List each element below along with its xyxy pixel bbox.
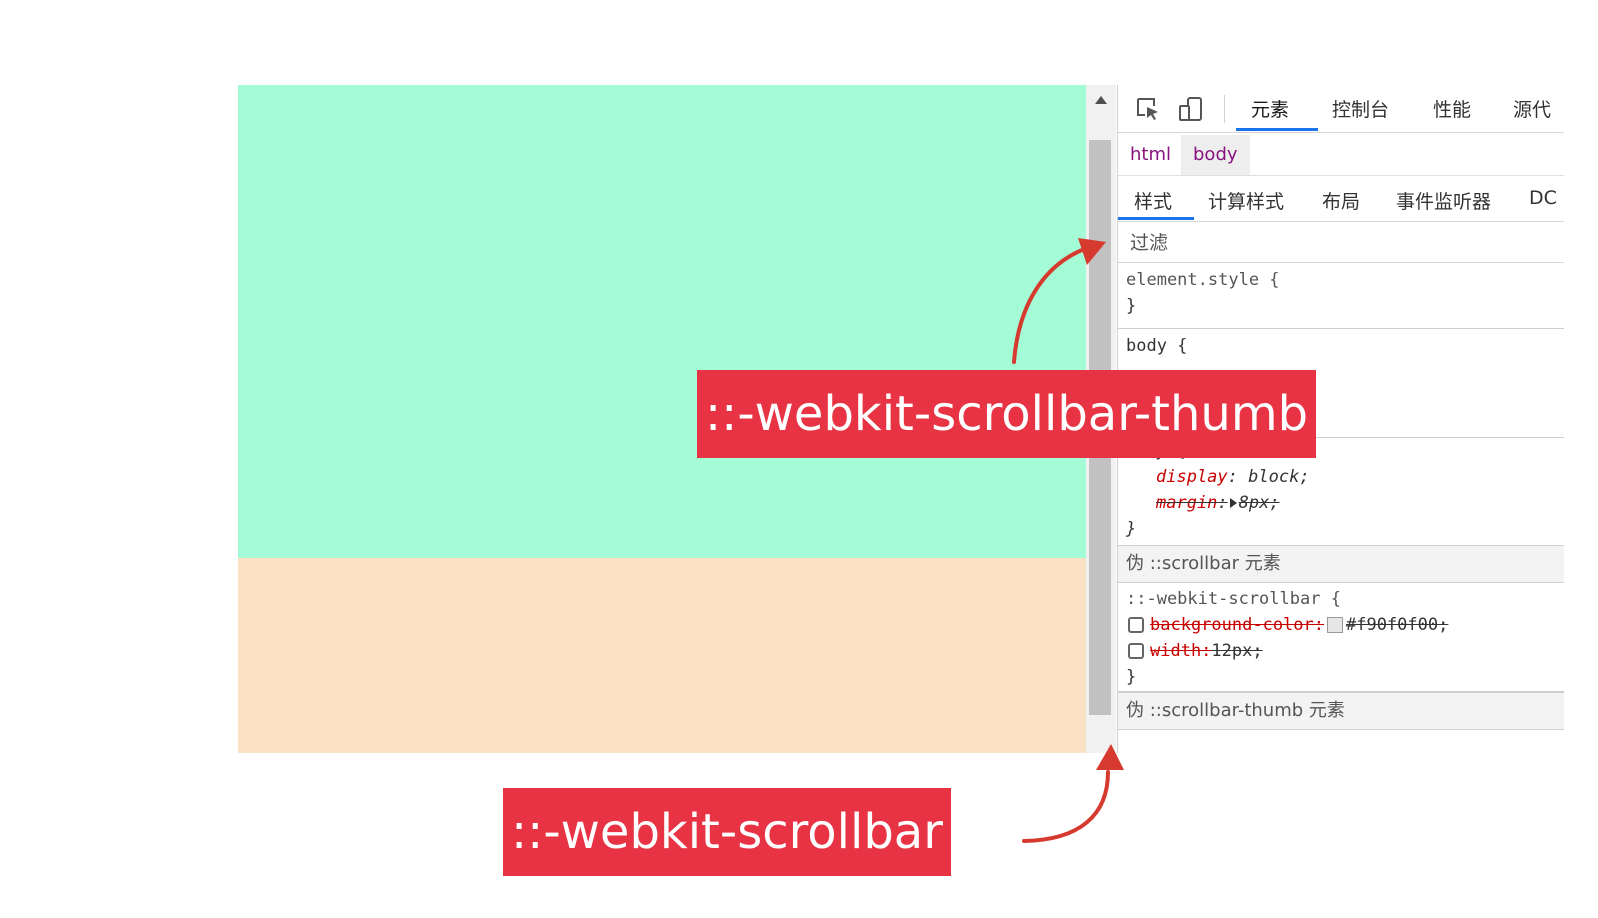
breadcrumb: html body [1118,135,1564,176]
tab-console[interactable]: 控制台 [1332,95,1389,122]
breadcrumb-html[interactable]: html [1118,135,1183,175]
prop-value: block; [1248,467,1310,487]
rule-webkit-scrollbar: ::-webkit-scrollbar { background-color: #… [1118,583,1564,692]
subtab-styles[interactable]: 样式 [1134,187,1172,214]
inspect-element-icon[interactable] [1135,96,1161,122]
pseudo-scrollbar-section: 伪 ::scrollbar 元素 [1118,545,1564,583]
prop-name: margin [1156,493,1218,513]
rule-close: } [1126,667,1137,687]
prop-margin: margin: 8px; [1156,493,1280,513]
mint-block [238,85,1086,558]
subtab-computed[interactable]: 计算样式 [1208,187,1284,214]
peach-block [238,558,1086,753]
subtab-event-listeners[interactable]: 事件监听器 [1396,187,1491,214]
arrow-up-icon [1095,96,1107,104]
rule-selector: body { [1126,336,1188,356]
prop-value: 8px; [1238,493,1280,513]
scrollbar-annotation-label: ::-webkit-scrollbar [503,788,951,876]
prop-width: width:12px; [1126,638,1564,664]
prop-value: 12px; [1211,641,1263,661]
active-tab-indicator [1236,128,1318,131]
breadcrumb-body[interactable]: body [1181,135,1250,175]
active-subtab-indicator [1118,217,1194,220]
styles-subtabs: 样式 计算样式 布局 事件监听器 DC [1118,177,1564,222]
devtools-toolbar: 元素 控制台 性能 源代 [1118,85,1564,133]
rule-selector: element.style { [1126,270,1280,290]
prop-display: display: block; [1156,467,1310,487]
prop-name: display [1156,467,1228,487]
tab-sources[interactable]: 源代 [1513,95,1551,122]
prop-name: background-color: [1150,615,1324,635]
scrollbar-arrow [1022,770,1110,843]
tab-elements[interactable]: 元素 [1251,95,1289,122]
rule-close: } [1126,296,1137,316]
property-checkbox[interactable] [1128,643,1144,659]
subtab-dom[interactable]: DC [1529,187,1557,209]
pseudo-scrollbar-thumb-section: 伪 ::scrollbar-thumb 元素 [1118,692,1564,730]
prop-value: #f90f0f00; [1346,615,1449,635]
color-swatch-icon[interactable] [1327,617,1343,633]
expand-triangle-icon[interactable] [1229,498,1237,508]
rule-close: } [1126,519,1137,539]
rule-selector: ::-webkit-scrollbar { [1126,589,1341,609]
device-toggle-icon[interactable] [1178,96,1204,122]
thumb-annotation-label: ::-webkit-scrollbar-thumb [697,370,1317,458]
rule-element-style: element.style { } [1118,267,1564,329]
scroll-up-button[interactable] [1086,85,1116,115]
toolbar-separator [1224,95,1225,123]
subtab-layout[interactable]: 布局 [1322,187,1360,214]
prop-background-color: background-color: #f90f0f00; [1126,612,1564,638]
tab-performance[interactable]: 性能 [1433,95,1471,122]
prop-name: width: [1150,641,1212,661]
styles-filter-input[interactable]: 过滤 [1118,223,1564,263]
property-checkbox[interactable] [1128,617,1144,633]
